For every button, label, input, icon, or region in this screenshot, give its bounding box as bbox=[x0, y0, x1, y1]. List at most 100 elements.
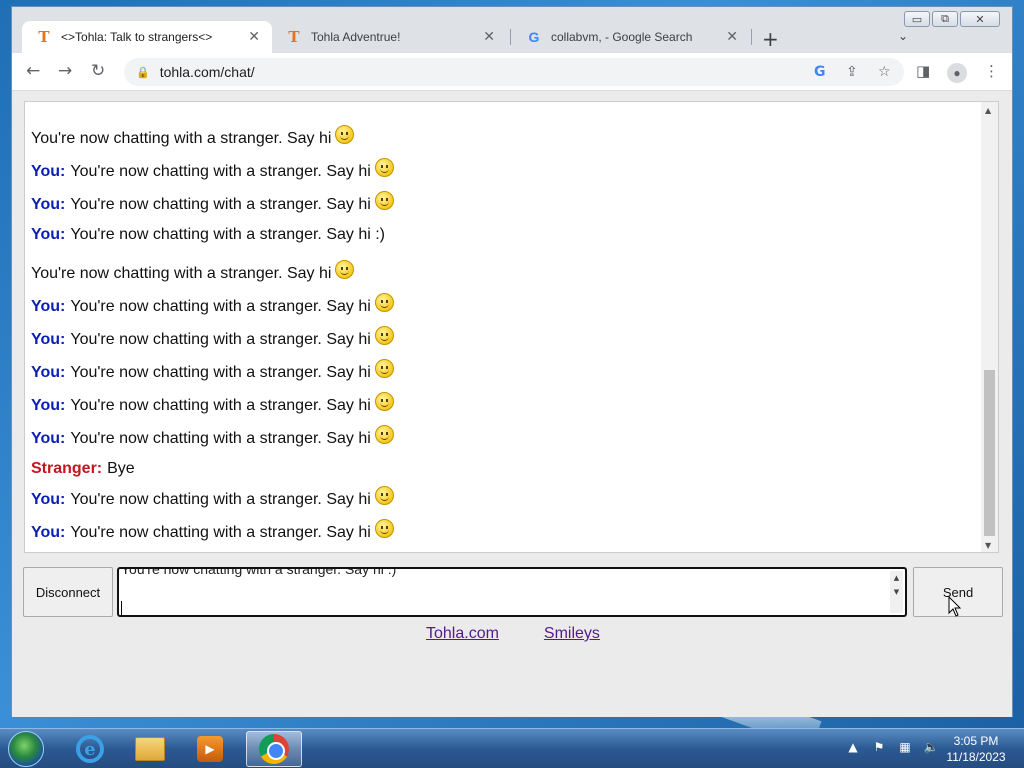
disconnect-button[interactable]: Disconnect bbox=[23, 567, 113, 617]
taskbar-media-player[interactable]: ▶ bbox=[182, 731, 238, 767]
google-favicon-icon: G bbox=[528, 29, 540, 45]
tab-strip: T <>Tohla: Talk to strangers<> ✕ T Tohla… bbox=[22, 21, 982, 53]
system-message: You're now chatting with a stranger. Say… bbox=[31, 122, 978, 155]
bookmark-star-icon[interactable]: ☆ bbox=[878, 64, 891, 80]
you-message: You: You're now chatting with a stranger.… bbox=[31, 356, 978, 389]
chat-page: You're now chatting with a stranger. Say… bbox=[12, 91, 1012, 717]
show-hidden-icons-icon[interactable]: ▲ bbox=[845, 739, 861, 755]
forward-arrow-icon[interactable]: → bbox=[58, 61, 72, 81]
message-input-text: You're now chatting with a stranger. Say… bbox=[121, 567, 397, 577]
chrome-menu-icon[interactable]: ⋮ bbox=[984, 62, 999, 80]
share-icon[interactable]: ⇪ bbox=[846, 64, 858, 80]
smiley-icon bbox=[374, 486, 394, 505]
input-scrollbar[interactable]: ▲ ▼ bbox=[890, 571, 903, 613]
chat-controls: Disconnect You're now chatting with a st… bbox=[23, 567, 1003, 619]
media-player-icon: ▶ bbox=[197, 736, 223, 762]
sender-label-you: You: bbox=[31, 429, 66, 447]
you-message: You: You're now chatting with a stranger.… bbox=[31, 155, 978, 188]
smiley-icon bbox=[374, 326, 394, 345]
chat-scrollbar[interactable]: ▲ ▼ bbox=[981, 102, 998, 552]
smiley-icon bbox=[374, 359, 394, 378]
sender-label-stranger: Stranger: bbox=[31, 460, 103, 477]
message-text: You're now chatting with a stranger. Say… bbox=[70, 162, 371, 180]
google-lens-icon[interactable]: G bbox=[814, 64, 826, 80]
system-clock[interactable]: 3:05 PM 11/18/2023 bbox=[936, 733, 1016, 765]
smiley-icon bbox=[374, 293, 394, 312]
taskbar-chrome[interactable] bbox=[246, 731, 302, 767]
message-text: You're now chatting with a stranger. Say… bbox=[70, 363, 371, 381]
sender-label-you: You: bbox=[31, 297, 66, 315]
clock-date: 11/18/2023 bbox=[946, 750, 1006, 764]
tab-close-icon[interactable]: ✕ bbox=[726, 29, 738, 45]
taskbar-internet-explorer[interactable]: e bbox=[62, 731, 118, 767]
you-message: You: You're now chatting with a stranger.… bbox=[31, 323, 978, 356]
message-text: You're now chatting with a stranger. Say… bbox=[70, 429, 371, 447]
message-text: You're now chatting with a stranger. Say… bbox=[70, 226, 385, 243]
tohla-home-link[interactable]: Tohla.com bbox=[426, 625, 499, 643]
system-message: You're now chatting with a stranger. Say… bbox=[31, 257, 978, 290]
tab-search-chevron-icon[interactable]: ⌄ bbox=[898, 29, 908, 43]
chrome-icon bbox=[259, 734, 289, 764]
side-panel-icon[interactable]: ◨ bbox=[916, 62, 930, 80]
taskbar-file-explorer[interactable] bbox=[122, 731, 178, 767]
message-text: You're now chatting with a stranger. Say… bbox=[70, 195, 371, 213]
address-bar[interactable]: 🔒 tohla.com/chat/ G ⇪ ☆ bbox=[124, 58, 904, 86]
tab-close-icon[interactable]: ✕ bbox=[248, 29, 260, 45]
smiley-icon bbox=[335, 125, 355, 144]
footer-links: Tohla.com Smileys bbox=[426, 625, 600, 643]
lock-icon[interactable]: 🔒 bbox=[136, 66, 150, 79]
action-center-flag-icon[interactable]: ⚑ bbox=[871, 739, 887, 755]
start-button[interactable] bbox=[8, 731, 44, 767]
scroll-up-icon[interactable]: ▲ bbox=[985, 106, 991, 115]
smiley-icon bbox=[374, 392, 394, 411]
folder-icon bbox=[135, 737, 165, 761]
text-caret bbox=[121, 601, 122, 615]
sender-label-you: You: bbox=[31, 330, 66, 348]
chat-messages: You're now chatting with a stranger. Say… bbox=[31, 122, 978, 549]
tab-title: collabvm, - Google Search bbox=[551, 30, 693, 44]
tab-separator bbox=[751, 29, 752, 45]
back-arrow-icon[interactable]: ← bbox=[26, 61, 40, 81]
clock-time: 3:05 PM bbox=[953, 734, 999, 748]
smileys-link[interactable]: Smileys bbox=[544, 625, 600, 643]
browser-window: ▭ ⧉ ✕ T <>Tohla: Talk to strangers<> ✕ T… bbox=[11, 6, 1013, 717]
sender-label-you: You: bbox=[31, 396, 66, 414]
stranger-message: Stranger: Bye bbox=[31, 455, 978, 483]
scrollbar-thumb[interactable] bbox=[984, 370, 995, 536]
system-tray: ▲ ⚑ ▦ 🔈 bbox=[845, 739, 939, 755]
message-input[interactable]: You're now chatting with a stranger. Say… bbox=[117, 567, 907, 617]
smiley-icon bbox=[374, 425, 394, 444]
you-message: You: You're now chatting with a stranger.… bbox=[31, 422, 978, 455]
profile-avatar-icon[interactable]: ● bbox=[947, 63, 967, 83]
tab-tohla-chat[interactable]: T <>Tohla: Talk to strangers<> ✕ bbox=[22, 21, 272, 53]
message-text: You're now chatting with a stranger. Say… bbox=[31, 129, 332, 147]
message-text: You're now chatting with a stranger. Say… bbox=[70, 297, 371, 315]
input-scroll-down-icon[interactable]: ▼ bbox=[890, 585, 903, 599]
smiley-icon bbox=[374, 519, 394, 538]
sender-label-you: You: bbox=[31, 523, 66, 541]
tab-title: Tohla Adventrue! bbox=[311, 30, 401, 44]
chat-log[interactable]: You're now chatting with a stranger. Say… bbox=[24, 101, 999, 553]
tab-separator bbox=[510, 29, 511, 45]
tohla-favicon-icon: T bbox=[38, 28, 50, 46]
tab-tohla-adventrue[interactable]: T Tohla Adventrue! ✕ bbox=[272, 21, 507, 53]
you-message: You: You're now chatting with a stranger.… bbox=[31, 516, 978, 549]
sender-label-you: You: bbox=[31, 226, 66, 243]
new-tab-button[interactable]: + bbox=[762, 27, 779, 51]
message-text: You're now chatting with a stranger. Say… bbox=[70, 523, 371, 541]
scroll-down-icon[interactable]: ▼ bbox=[985, 541, 991, 550]
you-message: You: You're now chatting with a stranger.… bbox=[31, 221, 978, 249]
smiley-icon bbox=[374, 191, 394, 210]
message-text: Bye bbox=[107, 460, 135, 477]
input-scroll-up-icon[interactable]: ▲ bbox=[890, 571, 903, 585]
reload-icon[interactable]: ↻ bbox=[91, 61, 105, 81]
sender-label-you: You: bbox=[31, 490, 66, 508]
tab-close-icon[interactable]: ✕ bbox=[483, 29, 495, 45]
smiley-icon bbox=[374, 158, 394, 177]
network-icon[interactable]: ▦ bbox=[897, 739, 913, 755]
browser-toolbar: ← → ↻ 🔒 tohla.com/chat/ G ⇪ ☆ ◨ ● ⋮ bbox=[12, 53, 1012, 91]
you-message: You: You're now chatting with a stranger.… bbox=[31, 389, 978, 422]
url-text[interactable]: tohla.com/chat/ bbox=[160, 64, 255, 80]
message-text: You're now chatting with a stranger. Say… bbox=[70, 490, 371, 508]
tab-google-search[interactable]: G collabvm, - Google Search ✕ bbox=[512, 21, 750, 53]
